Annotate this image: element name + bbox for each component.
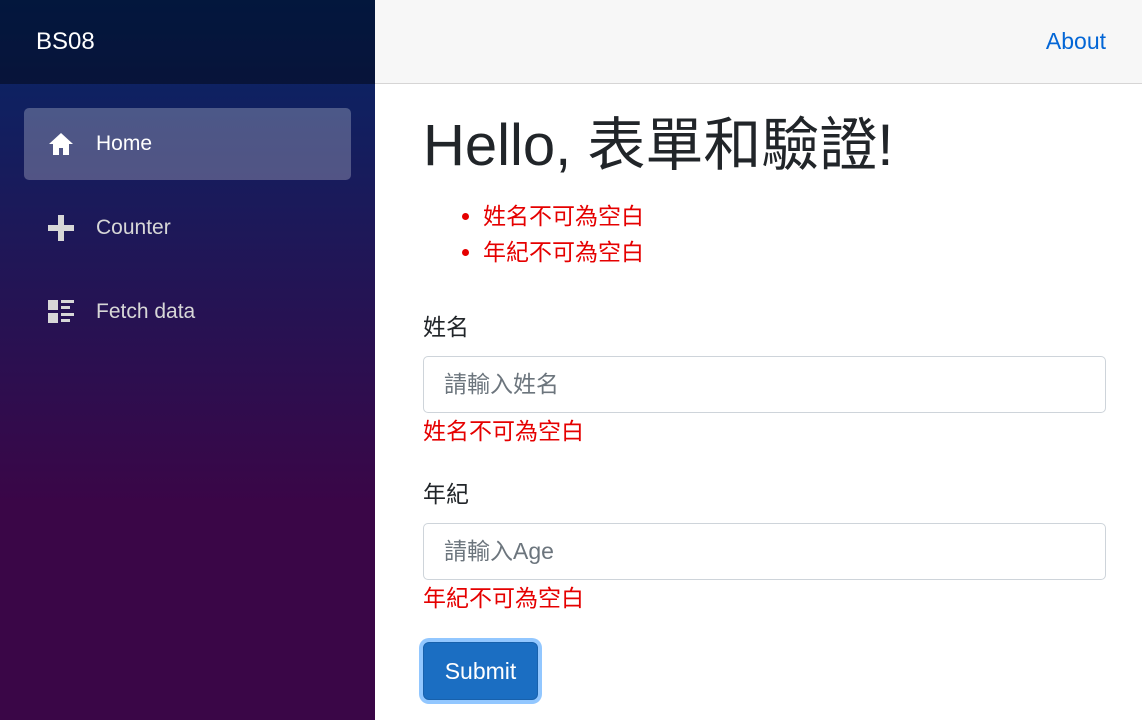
validation-summary: 姓名不可為空白 年紀不可為空白 bbox=[483, 198, 1106, 270]
sidebar-item-home[interactable]: Home bbox=[24, 108, 351, 180]
home-icon bbox=[46, 129, 76, 159]
sidebar-item-label: Fetch data bbox=[96, 300, 196, 323]
validation-message: 姓名不可為空白 bbox=[483, 198, 1106, 234]
plus-icon bbox=[46, 213, 76, 243]
validation-message: 年紀不可為空白 bbox=[483, 234, 1106, 270]
sidebar: BS08 Home Counter Fetch data bbox=[0, 0, 375, 720]
sidebar-item-counter[interactable]: Counter bbox=[24, 192, 351, 264]
name-error: 姓名不可為空白 bbox=[423, 418, 584, 444]
age-label: 年紀 bbox=[423, 481, 469, 507]
nav-menu: Home Counter Fetch data bbox=[0, 84, 375, 348]
sidebar-header: BS08 bbox=[0, 0, 375, 84]
top-row: About bbox=[375, 0, 1142, 84]
page-title: Hello, 表單和驗證! bbox=[423, 113, 894, 178]
about-link[interactable]: About bbox=[1046, 28, 1106, 55]
age-error: 年紀不可為空白 bbox=[423, 585, 584, 611]
submit-button[interactable]: Submit bbox=[423, 642, 538, 700]
main-content: Hello, 表單和驗證! 姓名不可為空白 年紀不可為空白 姓名 姓名不可為空白… bbox=[375, 84, 1142, 720]
name-input[interactable] bbox=[423, 356, 1106, 413]
sidebar-item-label: Counter bbox=[96, 216, 171, 239]
list-rich-icon bbox=[46, 297, 76, 327]
age-input[interactable] bbox=[423, 523, 1106, 580]
brand-link[interactable]: BS08 bbox=[36, 28, 95, 56]
name-label: 姓名 bbox=[423, 314, 469, 340]
sidebar-item-fetch-data[interactable]: Fetch data bbox=[24, 276, 351, 348]
sidebar-item-label: Home bbox=[96, 132, 153, 155]
